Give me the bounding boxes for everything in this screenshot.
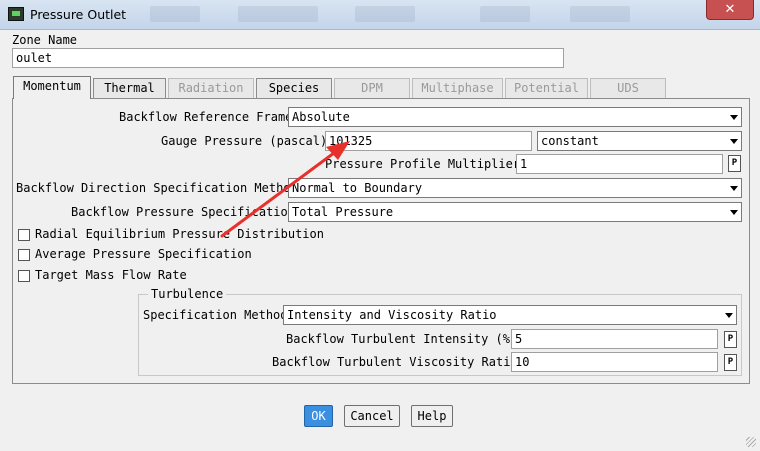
help-button[interactable]: Help (411, 405, 453, 427)
resize-grip[interactable] (746, 437, 756, 447)
tab-momentum[interactable]: Momentum (13, 76, 91, 99)
ok-button[interactable]: OK (304, 405, 333, 427)
annotation-arrow (220, 141, 350, 238)
cancel-button[interactable]: Cancel (344, 405, 400, 427)
